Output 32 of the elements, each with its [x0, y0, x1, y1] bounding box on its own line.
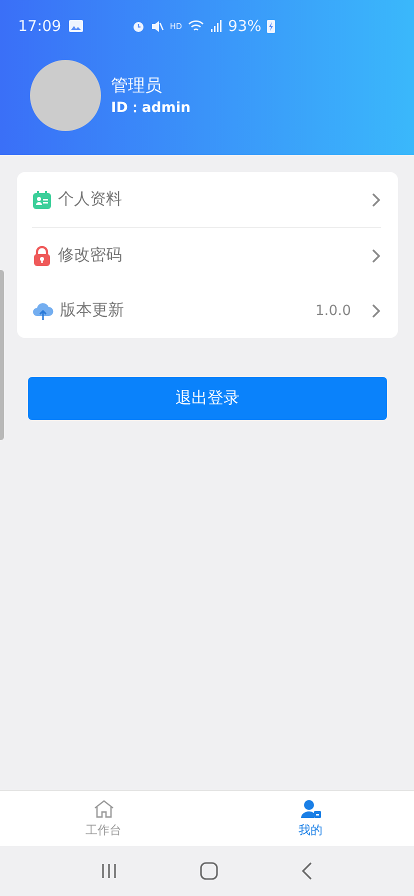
back-icon[interactable]	[300, 862, 313, 880]
alarm-icon	[132, 20, 145, 32]
version-text: 1.0.0	[315, 302, 351, 318]
home-icon	[92, 798, 114, 818]
chevron-right-icon	[371, 192, 381, 208]
home-button-icon[interactable]	[200, 862, 218, 880]
menu-item[interactable]: 修改密码	[32, 228, 381, 283]
lock-icon	[32, 246, 52, 266]
battery-icon	[267, 19, 276, 33]
contact-card-icon	[32, 190, 52, 210]
tab[interactable]: 我的	[207, 791, 414, 846]
user-badge-icon	[300, 798, 322, 818]
menu-item[interactable]: 个人资料	[32, 172, 381, 228]
logout-button[interactable]: 退出登录	[28, 377, 387, 420]
tab[interactable]: 工作台	[0, 791, 207, 846]
menu-label: 个人资料	[58, 189, 123, 210]
chevron-right-icon	[371, 248, 381, 264]
recent-apps-icon[interactable]	[101, 863, 118, 879]
menu-label: 版本更新	[60, 300, 125, 321]
cloud-upload-icon	[32, 300, 54, 320]
menu-item[interactable]: 版本更新 1.0.0	[32, 283, 381, 338]
wifi-icon	[188, 20, 204, 32]
chevron-right-icon	[371, 302, 381, 318]
status-time: 17:09	[18, 17, 62, 35]
battery-percent: 93%	[228, 17, 262, 35]
network-label: HD	[170, 22, 182, 30]
menu-label: 修改密码	[58, 245, 123, 266]
image-icon	[69, 20, 84, 32]
signal-icon	[210, 20, 222, 32]
mute-icon	[150, 20, 164, 32]
user-id: ID：admin	[111, 99, 191, 117]
user-name: 管理员	[111, 75, 163, 97]
